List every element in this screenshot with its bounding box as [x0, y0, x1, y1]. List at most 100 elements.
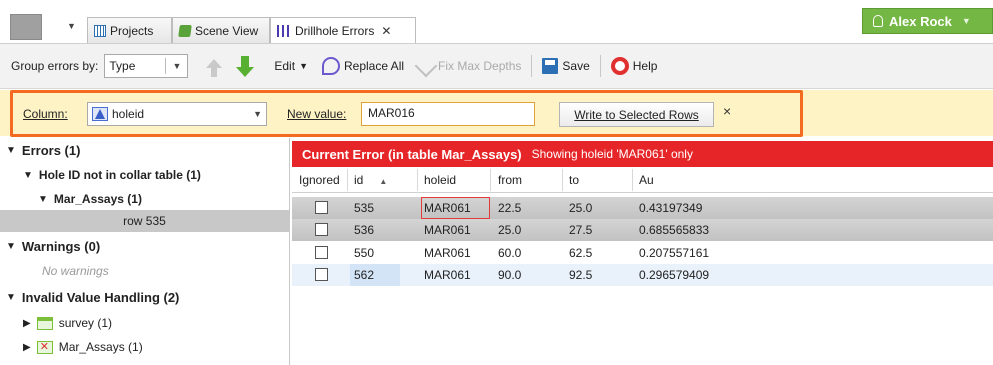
- chevron-down-icon: ▼: [299, 61, 308, 71]
- cell-from: 90.0: [498, 268, 522, 282]
- table-row[interactable]: 562 MAR061 90.0 92.5 0.296579409: [292, 264, 993, 286]
- projects-icon: [94, 24, 106, 37]
- previous-error-button[interactable]: [202, 53, 226, 79]
- tab-scene-view-label: Scene View: [195, 23, 259, 38]
- column-header-id[interactable]: id ▲: [354, 173, 387, 187]
- no-warnings-text: No warnings: [42, 264, 109, 278]
- table-row[interactable]: 535 MAR061 22.5 25.0 0.43197349: [292, 197, 993, 219]
- tree-item-survey[interactable]: ▶ survey (1): [23, 316, 112, 330]
- write-to-selected-rows-button[interactable]: Write to Selected Rows: [559, 102, 714, 127]
- text-column-icon: [92, 107, 108, 121]
- tree-item-mar-assays-invalid[interactable]: ▶ Mar_Assays (1): [23, 340, 143, 355]
- mar-assays-label: Mar_Assays (1): [53, 192, 142, 206]
- tab-list-dropdown-icon[interactable]: ▼: [67, 21, 76, 31]
- tree-item-warnings[interactable]: ▼ Warnings (0): [6, 239, 100, 254]
- cell-to: 25.0: [569, 201, 593, 215]
- toolbar: Group errors by: Type ▼ Edit ▼ Replace A…: [0, 43, 993, 89]
- cell-id: 536: [354, 223, 375, 237]
- cell-from: 60.0: [498, 246, 522, 260]
- save-icon: [542, 58, 559, 74]
- cell-id: 550: [354, 246, 375, 260]
- errors-label: Errors (1): [21, 143, 81, 158]
- tab-drillhole-errors[interactable]: Drillhole Errors ✕: [270, 17, 416, 44]
- group-by-value: Type: [109, 59, 136, 73]
- ignored-checkbox[interactable]: [315, 268, 328, 281]
- tree-item-hole-id-error[interactable]: ▼ Hole ID not in collar table (1): [23, 168, 201, 182]
- replace-icon: [321, 57, 340, 75]
- fix-depth-icon: [414, 54, 438, 78]
- user-menu-button[interactable]: Alex Rock ▼: [862, 8, 993, 34]
- invalid-value-handling-label: Invalid Value Handling (2): [21, 290, 180, 305]
- column-header-holeid[interactable]: holeid: [424, 173, 456, 187]
- column-label: Column:: [23, 107, 68, 121]
- table-error-icon: [36, 340, 53, 354]
- cell-au: 0.685565833: [639, 223, 710, 237]
- column-header-au[interactable]: Au: [639, 173, 654, 187]
- cell-holeid[interactable]: MAR061: [424, 268, 471, 282]
- tab-bar: ▼ Projects Scene View Drillhole Errors ✕…: [0, 0, 993, 44]
- cell-to: 27.5: [569, 223, 593, 237]
- tab-scene-view[interactable]: Scene View: [172, 17, 270, 43]
- help-icon: [610, 57, 629, 75]
- column-header-ignored[interactable]: Ignored: [299, 173, 340, 187]
- cell-id: 562: [354, 268, 375, 282]
- arrow-up-icon: [206, 58, 223, 77]
- next-error-button[interactable]: [232, 53, 258, 79]
- sort-ascending-icon: ▲: [379, 177, 388, 186]
- tab-projects[interactable]: Projects: [87, 17, 172, 43]
- collapse-icon[interactable]: ▼: [6, 241, 16, 252]
- table-header: Ignored id ▲ holeid from to Au: [292, 167, 993, 193]
- hole-id-error-label: Hole ID not in collar table (1): [38, 168, 201, 182]
- user-icon: [873, 15, 883, 27]
- expand-icon[interactable]: ▶: [23, 318, 31, 329]
- new-value-input[interactable]: MAR016: [361, 102, 535, 126]
- column-header-from[interactable]: from: [498, 173, 522, 187]
- cell-au: 0.43197349: [639, 201, 703, 215]
- group-by-label: Group errors by:: [11, 59, 99, 73]
- table-row[interactable]: 550 MAR061 60.0 62.5 0.207557161: [292, 242, 993, 264]
- chevron-down-icon: ▼: [172, 61, 182, 71]
- close-icon[interactable]: ×: [723, 103, 731, 119]
- collapse-icon[interactable]: ▼: [6, 292, 16, 303]
- ignored-checkbox[interactable]: [315, 201, 328, 214]
- tree-item-errors[interactable]: ▼ Errors (1): [6, 143, 80, 158]
- cell-holeid[interactable]: MAR061: [424, 246, 471, 260]
- new-value-label: New value:: [287, 107, 347, 121]
- collapse-icon[interactable]: ▼: [38, 194, 48, 205]
- user-name: Alex Rock: [889, 13, 952, 29]
- chevron-down-icon: ▼: [253, 109, 262, 119]
- tree-item-invalid-value-handling[interactable]: ▼ Invalid Value Handling (2): [6, 290, 179, 305]
- table-row[interactable]: 536 MAR061 25.0 27.5 0.685565833: [292, 219, 993, 241]
- edit-label: Edit: [274, 59, 296, 73]
- help-button[interactable]: Help: [607, 53, 662, 79]
- ignored-checkbox[interactable]: [315, 246, 328, 259]
- save-button[interactable]: Save: [538, 53, 593, 79]
- app-menu-button[interactable]: [10, 14, 42, 40]
- table-icon: [36, 316, 53, 330]
- fix-max-depths-label: Fix Max Depths: [438, 59, 522, 73]
- collapse-icon[interactable]: ▼: [23, 170, 33, 181]
- tree-item-selected-row[interactable]: row 535: [0, 210, 289, 232]
- cell-to: 62.5: [569, 246, 593, 260]
- help-label: Help: [632, 59, 658, 73]
- expand-icon[interactable]: ▶: [23, 342, 31, 353]
- cell-holeid[interactable]: MAR061: [424, 201, 471, 215]
- tab-drillhole-errors-label: Drillhole Errors: [295, 24, 375, 38]
- column-header-to[interactable]: to: [569, 173, 579, 187]
- cell-from: 25.0: [498, 223, 522, 237]
- group-by-select[interactable]: Type ▼: [104, 54, 189, 78]
- cell-holeid[interactable]: MAR061: [424, 223, 471, 237]
- ignored-checkbox[interactable]: [315, 223, 328, 236]
- warnings-label: Warnings (0): [21, 239, 101, 254]
- collapse-icon[interactable]: ▼: [6, 145, 16, 156]
- edit-menu-button[interactable]: Edit ▼: [270, 53, 312, 79]
- fix-max-depths-button[interactable]: Fix Max Depths: [414, 53, 525, 79]
- close-tab-icon[interactable]: ✕: [381, 24, 391, 38]
- mar-assays-invalid-label: Mar_Assays (1): [58, 340, 143, 354]
- drillhole-icon: [277, 25, 291, 37]
- replace-all-button[interactable]: Replace All: [318, 53, 408, 79]
- toolbar-divider: [599, 55, 601, 77]
- column-select[interactable]: holeid ▼: [87, 102, 267, 126]
- tree-item-mar-assays[interactable]: ▼ Mar_Assays (1): [38, 192, 142, 206]
- error-tree-panel: ▼ Errors (1) ▼ Hole ID not in collar tab…: [0, 138, 290, 365]
